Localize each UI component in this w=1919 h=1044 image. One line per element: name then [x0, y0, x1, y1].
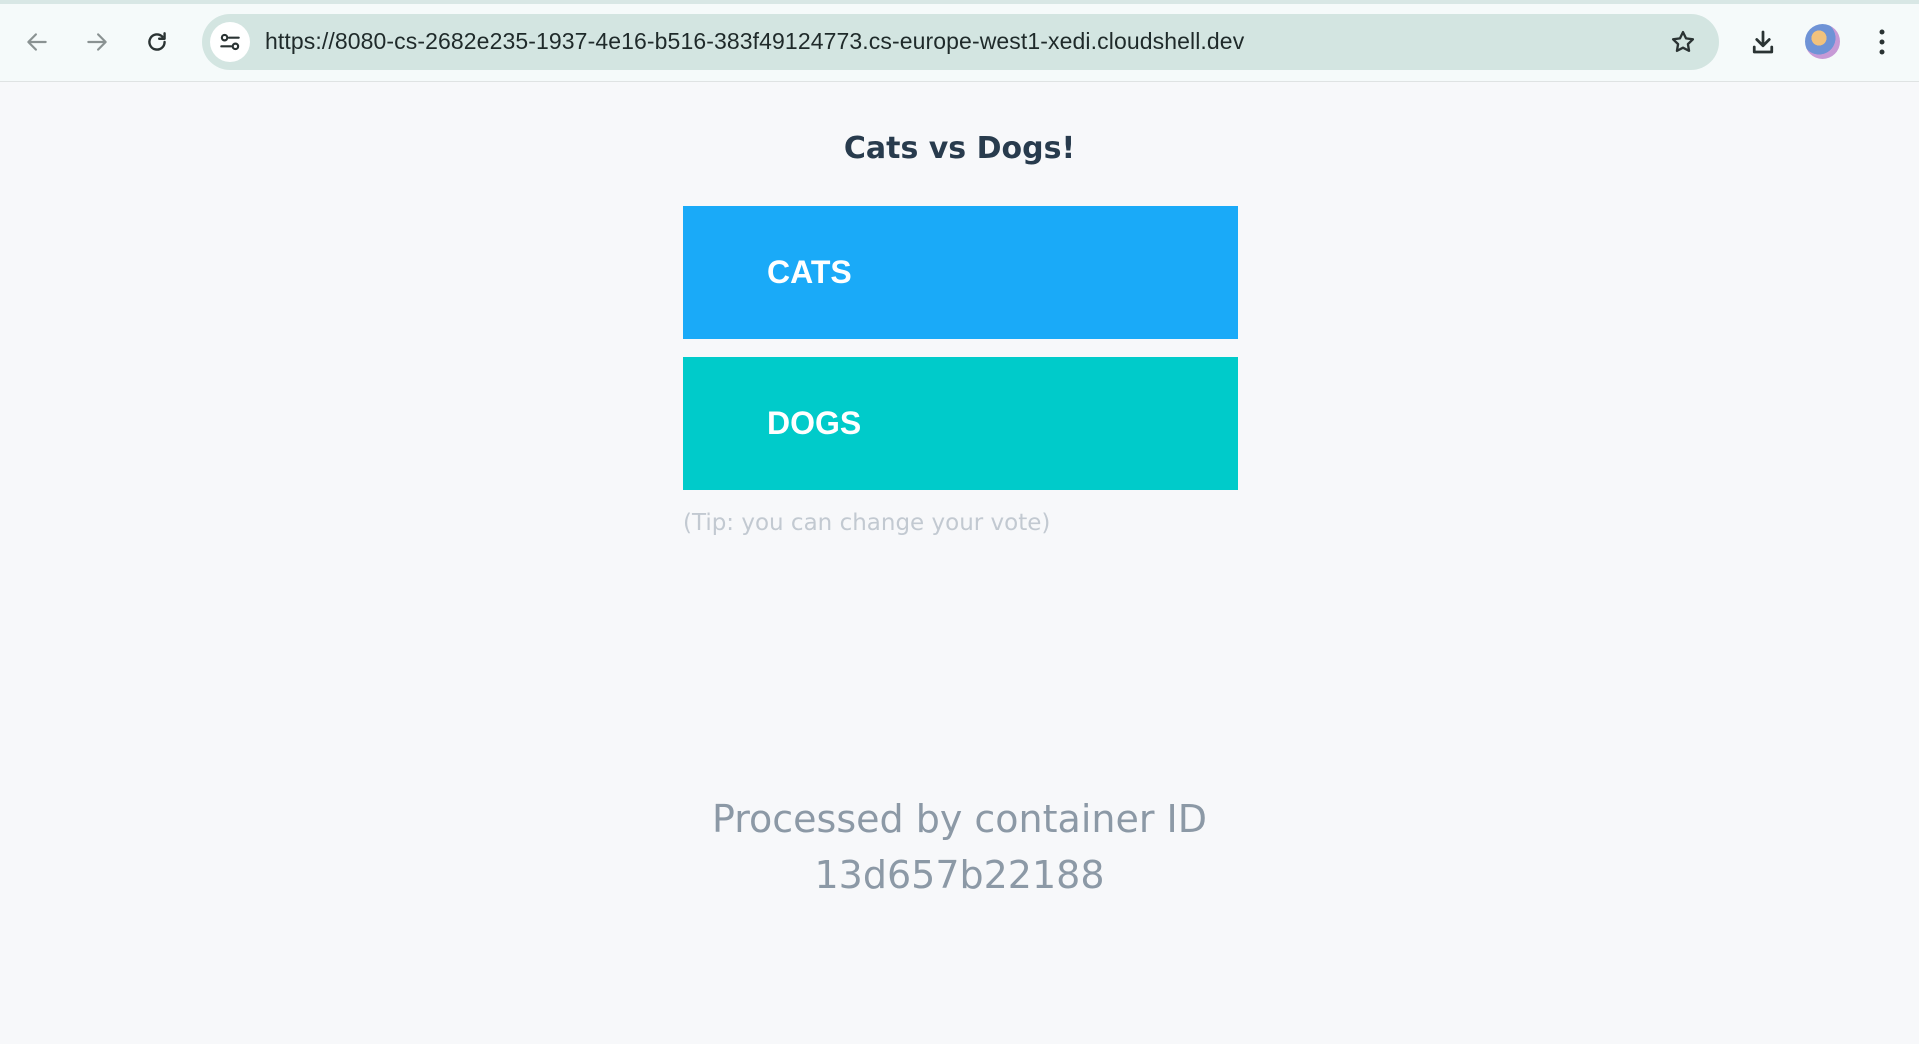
vote-option-b-button[interactable]: DOGS: [683, 357, 1238, 490]
page-content: Cats vs Dogs! CATS DOGS (Tip: you can ch…: [0, 83, 1919, 1044]
url-text[interactable]: https://8080-cs-2682e235-1937-4e16-b516-…: [265, 28, 1244, 55]
reload-icon: [148, 32, 166, 51]
download-button[interactable]: [1741, 20, 1785, 64]
download-icon: [1752, 30, 1774, 54]
browser-toolbar: https://8080-cs-2682e235-1937-4e16-b516-…: [0, 0, 1919, 82]
container-id-value: 13d657b22188: [814, 853, 1105, 897]
tune-icon: [220, 33, 240, 51]
bookmark-button[interactable]: [1667, 26, 1699, 58]
back-button[interactable]: [15, 20, 59, 64]
arrow-left-icon: [27, 33, 47, 51]
reload-button[interactable]: [135, 20, 179, 64]
forward-button[interactable]: [75, 20, 119, 64]
tab-strip-edge: [0, 0, 1919, 4]
vote-option-a-button[interactable]: CATS: [683, 206, 1238, 339]
arrow-right-icon: [87, 33, 107, 51]
address-bar[interactable]: https://8080-cs-2682e235-1937-4e16-b516-…: [202, 14, 1719, 70]
page-title: Cats vs Dogs!: [843, 131, 1076, 166]
site-info-button[interactable]: [210, 22, 250, 62]
vote-tip: (Tip: you can change your vote): [683, 510, 1051, 536]
star-icon: [1671, 30, 1695, 53]
browser-menu-button[interactable]: [1862, 20, 1902, 64]
processed-by-label: Processed by container ID: [711, 797, 1208, 841]
container-info: Processed by container ID 13d657b22188: [0, 791, 1919, 903]
kebab-menu-icon: [1879, 29, 1885, 55]
profile-avatar[interactable]: [1805, 24, 1840, 59]
